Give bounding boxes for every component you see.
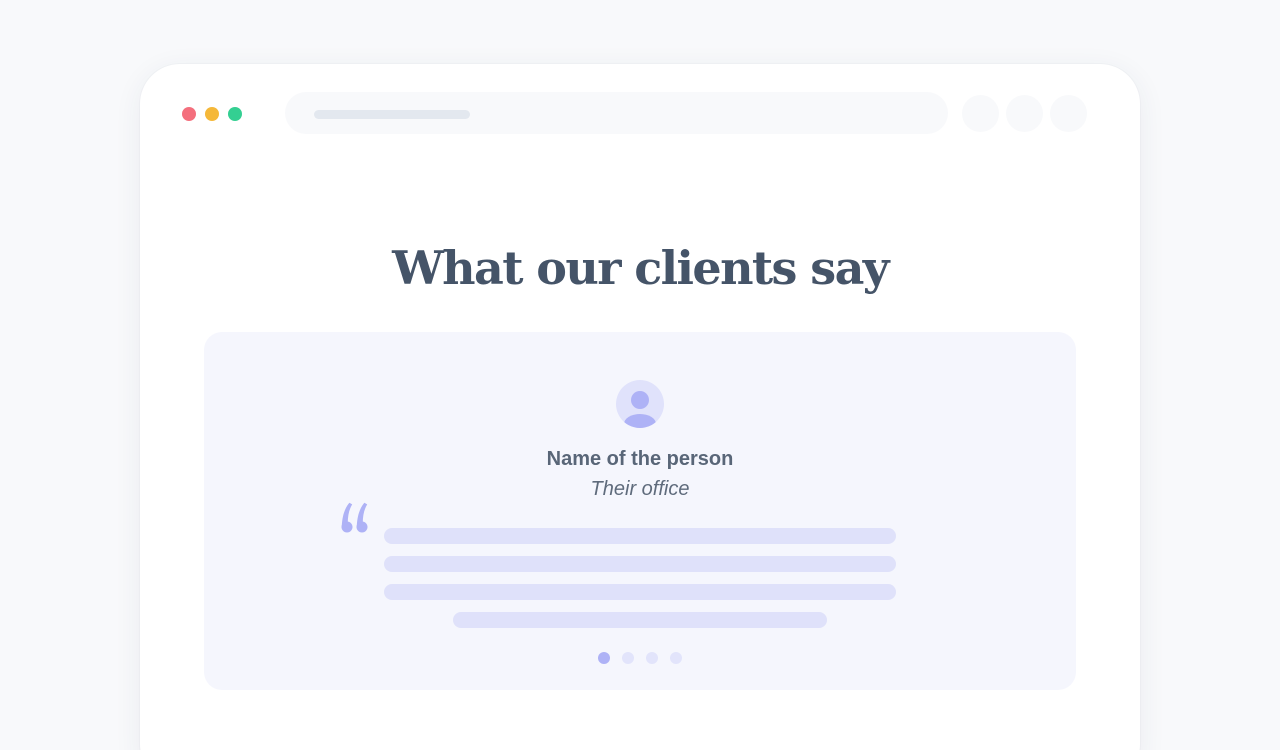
toolbar-button-3[interactable]: [1050, 95, 1087, 132]
close-window-icon[interactable]: [182, 107, 196, 121]
person-name: Name of the person: [546, 448, 734, 470]
testimonial-card: Name of the person Their office: [204, 332, 1076, 690]
section-title: What our clients say: [392, 241, 889, 295]
user-avatar-icon: [616, 380, 664, 428]
carousel-dot-2[interactable]: [622, 652, 634, 664]
toolbar-button-1[interactable]: [962, 95, 999, 132]
quote-text-line: [384, 556, 896, 572]
maximize-window-icon[interactable]: [228, 107, 242, 121]
quote-text-line: [384, 584, 896, 600]
browser-window: What our clients say Name of the person …: [140, 64, 1140, 750]
address-bar[interactable]: [285, 92, 948, 134]
page: What our clients say Name of the person …: [0, 0, 1280, 750]
quote-mark-icon: [341, 502, 368, 533]
carousel-dot-1[interactable]: [598, 652, 610, 664]
carousel-dot-3[interactable]: [646, 652, 658, 664]
toolbar-button-2[interactable]: [1006, 95, 1043, 132]
carousel-dot-4[interactable]: [670, 652, 682, 664]
minimize-window-icon[interactable]: [205, 107, 219, 121]
person-office: Their office: [590, 478, 690, 500]
quote-text-line: [384, 528, 896, 544]
address-placeholder-line: [314, 110, 470, 119]
quote-text-line: [453, 612, 827, 628]
